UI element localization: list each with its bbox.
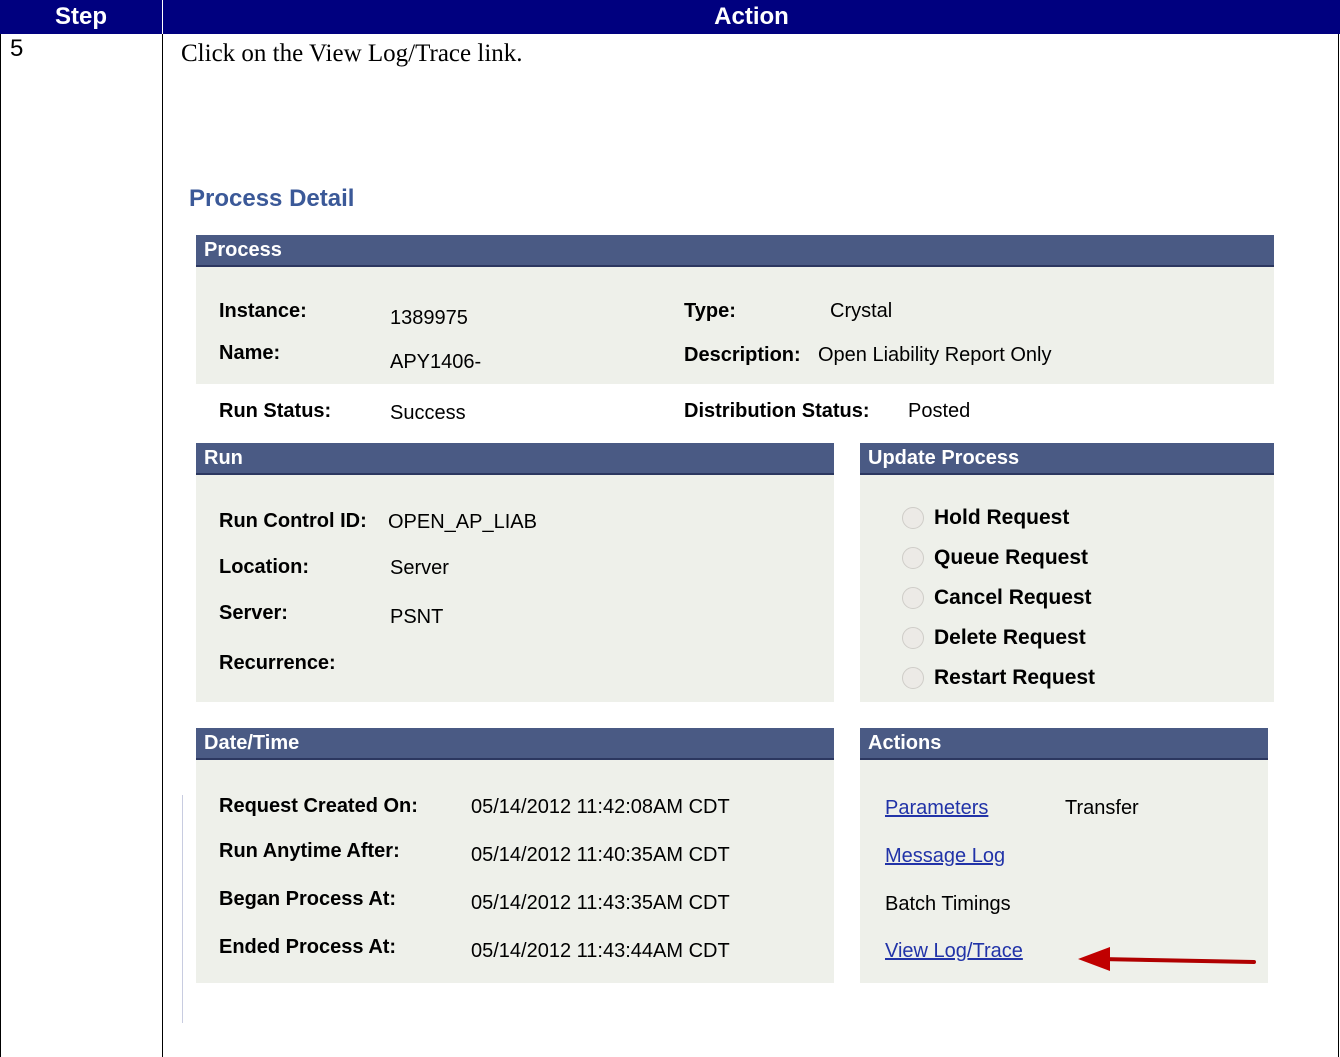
actions-section-header: Actions [860,728,1268,760]
hold-request-label: Hold Request [934,506,1070,529]
step-number: 5 [10,35,24,62]
pointer-arrow-icon [1078,947,1256,971]
run-anytime-label: Run Anytime After: [219,840,400,862]
instruction-text: Click on the View Log/Trace link. [181,40,523,67]
page-title: Process Detail [189,185,355,212]
radio-button[interactable] [902,507,924,529]
radio-button[interactable] [902,627,924,649]
delete-request-label: Delete Request [934,626,1086,649]
screenshot-left-rule [182,795,183,1023]
distribution-status-value: Posted [908,400,971,422]
delete-request-option[interactable]: Delete Request [902,626,1086,650]
restart-request-option[interactable]: Restart Request [902,666,1095,690]
run-control-id-value: OPEN_AP_LIAB [388,511,537,533]
type-value: Crystal [830,300,893,322]
request-created-label: Request Created On: [219,795,418,817]
transfer-text: Transfer [1065,797,1139,819]
table-divider [162,34,163,1057]
process-section-header: Process [196,235,1274,267]
restart-request-label: Restart Request [934,666,1096,689]
table-left-border [0,34,1,1057]
action-column-header: Action [163,0,1340,34]
parameters-link[interactable]: Parameters [885,797,988,820]
radio-button[interactable] [902,587,924,609]
view-log-trace-link[interactable]: View Log/Trace [885,940,1023,963]
datetime-section-header: Date/Time [196,728,834,760]
instance-value: 1389975 [390,307,468,329]
run-control-id-label: Run Control ID: [219,510,367,532]
queue-request-option[interactable]: Queue Request [902,546,1088,570]
server-value: PSNT [390,606,444,628]
step-column-header: Step [0,0,162,34]
cancel-request-option[interactable]: Cancel Request [902,586,1092,610]
update-process-header: Update Process [860,443,1274,475]
began-process-value: 05/14/2012 11:43:35AM CDT [471,892,730,914]
run-section-header: Run [196,443,834,475]
description-label: Description: [684,344,801,366]
distribution-status-label: Distribution Status: [684,400,870,422]
type-label: Type: [684,300,736,322]
queue-request-label: Queue Request [934,546,1089,569]
ended-process-label: Ended Process At: [219,936,397,958]
run-status-value: Success [390,402,466,424]
ended-process-value: 05/14/2012 11:43:44AM CDT [471,940,730,962]
table-right-border [1338,34,1339,1057]
recurrence-label: Recurrence: [219,652,336,674]
server-label: Server: [219,602,288,624]
request-created-value: 05/14/2012 11:42:08AM CDT [471,796,730,818]
location-value: Server [390,557,449,579]
hold-request-option[interactable]: Hold Request [902,506,1069,530]
message-log-link[interactable]: Message Log [885,845,1005,868]
run-anytime-value: 05/14/2012 11:40:35AM CDT [471,844,730,866]
batch-timings-text: Batch Timings [885,893,1011,915]
name-label: Name: [219,342,281,364]
began-process-label: Began Process At: [219,888,397,910]
description-value: Open Liability Report Only [818,344,1052,366]
instance-label: Instance: [219,300,307,322]
radio-button[interactable] [902,667,924,689]
cancel-request-label: Cancel Request [934,586,1092,609]
radio-button[interactable] [902,547,924,569]
run-status-label: Run Status: [219,400,332,422]
name-value: APY1406- [390,351,482,373]
location-label: Location: [219,556,309,578]
